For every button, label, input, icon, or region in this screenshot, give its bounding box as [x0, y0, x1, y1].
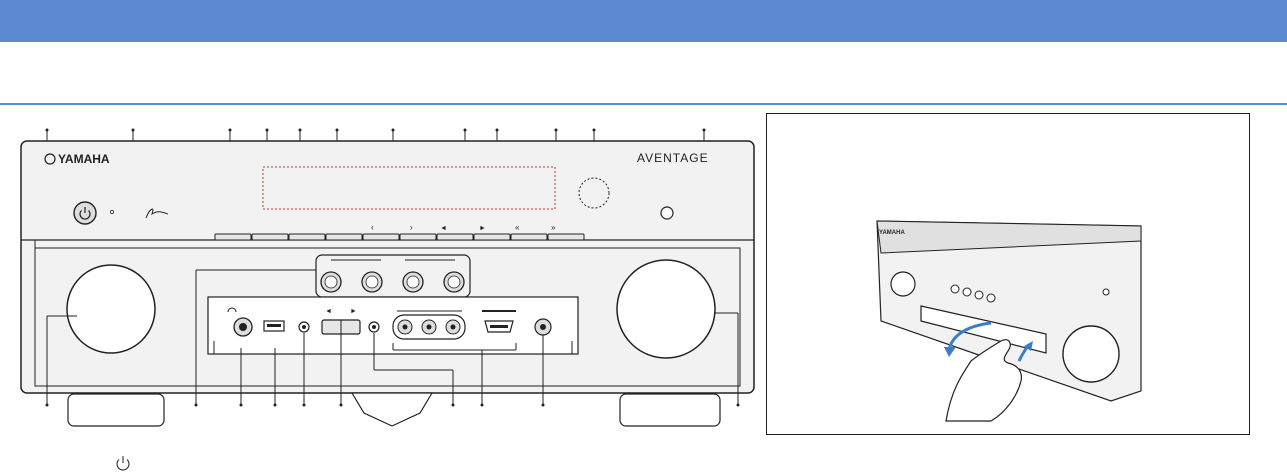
front-panel-diagram: YAMAHA AVENTAGE ‹ › ◄ ► « » ◄ ►	[20, 128, 755, 427]
door-open-illustration-panel: YAMAHA	[766, 113, 1250, 435]
perspective-volume-knob	[1062, 325, 1120, 383]
top-callout-markers	[45, 128, 706, 132]
left-foot	[67, 393, 165, 427]
series-logo: AVENTAGE	[637, 151, 709, 165]
power-icon	[116, 456, 130, 471]
input-selector-knob[interactable]	[66, 264, 156, 354]
volume-knob[interactable]	[616, 259, 716, 359]
center-foot	[350, 392, 434, 427]
panel-arrow-left: ◄	[325, 308, 332, 315]
perspective-input-knob	[890, 271, 916, 297]
header-band	[0, 0, 1287, 42]
display-ring	[660, 206, 674, 220]
standby-indicator	[110, 209, 115, 214]
right-foot	[619, 393, 721, 427]
display-arrow-fwd: ►	[479, 225, 486, 232]
brand-logo: YAMAHA	[58, 152, 110, 166]
door-open-illustration: YAMAHA	[876, 220, 1142, 422]
receiver-brand: YAMAHA	[879, 230, 905, 236]
display-arrow-next: »	[551, 223, 556, 232]
footnote-power-icon	[116, 456, 130, 471]
display-arrow-rew: ◄	[440, 225, 447, 232]
display-arrow-right: ›	[410, 223, 413, 232]
display-arrow-prev: «	[515, 223, 520, 232]
display-arrow-left: ‹	[371, 223, 374, 232]
panel-arrow-right: ►	[350, 308, 357, 315]
